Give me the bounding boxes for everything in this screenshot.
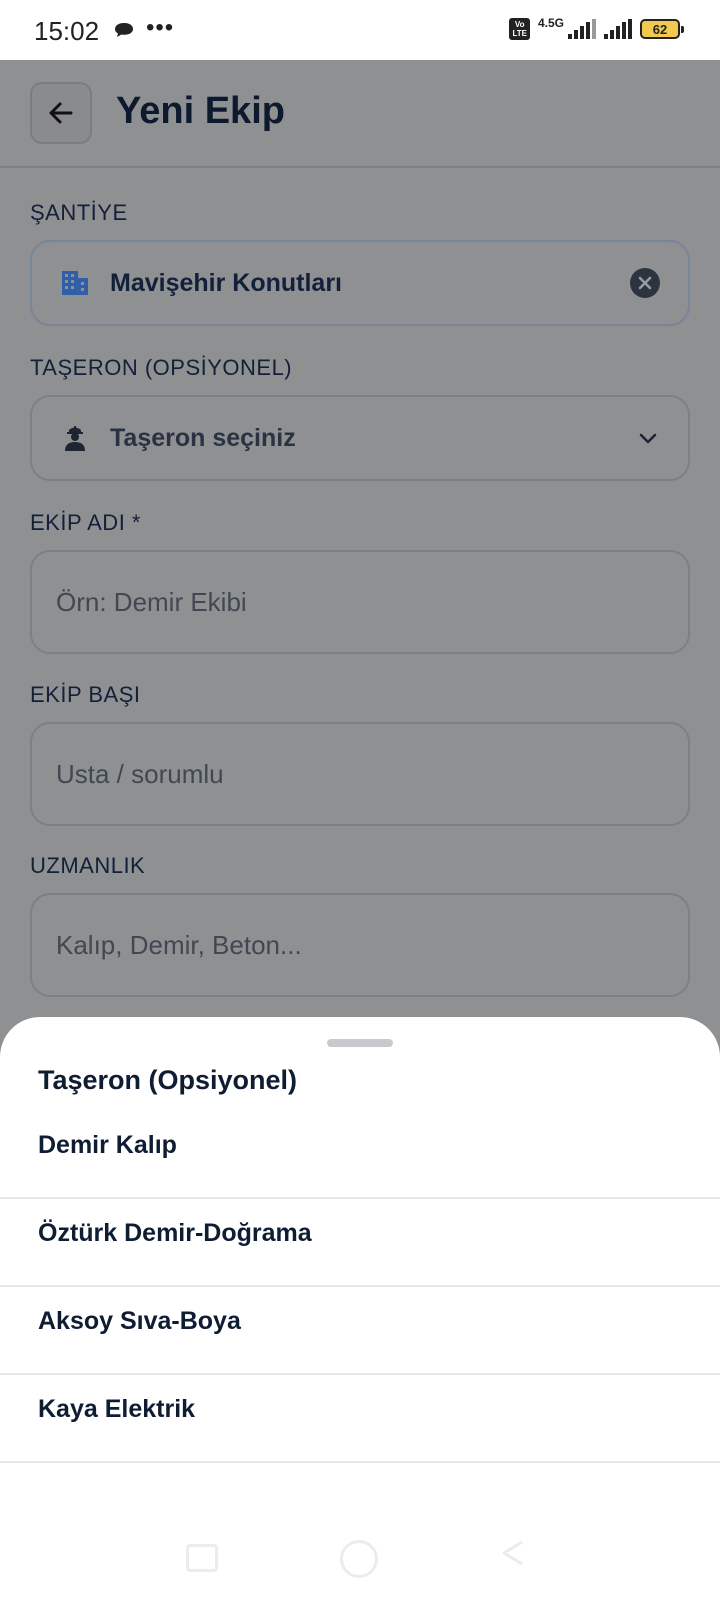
santiye-select[interactable]: Mavişehir Konutları [30, 240, 690, 326]
uzmanlik-label: UZMANLIK [30, 853, 146, 878]
sheet-option[interactable]: Demir Kalıp [0, 1111, 720, 1199]
battery-icon: 62 [640, 19, 684, 39]
battery-level: 62 [652, 21, 668, 37]
ekip-adi-placeholder: Örn: Demir Ekibi [56, 586, 247, 617]
santiye-value: Mavişehir Konutları [110, 268, 342, 297]
sheet-option[interactable]: Aksoy Sıva-Boya [0, 1287, 720, 1375]
sheet-option-label: Demir Kalıp [38, 1131, 177, 1159]
app-header: Yeni Ekip [0, 60, 720, 168]
sheet-option-label: Aksoy Sıva-Boya [38, 1307, 241, 1335]
sheet-option[interactable]: Öztürk Demir-Doğrama [0, 1199, 720, 1287]
sheet-option[interactable]: Kaya Elektrik [0, 1375, 720, 1463]
nav-recents-button[interactable] [186, 1544, 218, 1572]
sheet-option-label: Öztürk Demir-Doğrama [38, 1219, 312, 1247]
arrow-left-icon [49, 102, 73, 124]
taseron-bottom-sheet: Taşeron (Opsiyonel) Demir Kalıp Öztürk D… [0, 1017, 720, 1601]
back-button[interactable] [30, 82, 92, 144]
sheet-title: Taşeron (Opsiyonel) [38, 1065, 298, 1095]
chevron-down-icon [639, 433, 657, 444]
page-title: Yeni Ekip [116, 90, 285, 132]
ekip-adi-field[interactable]: Örn: Demir Ekibi [30, 550, 690, 654]
clear-circle-icon[interactable] [630, 268, 660, 298]
nav-back-button[interactable] [500, 1538, 526, 1568]
taseron-value: Taşeron seçiniz [110, 423, 296, 452]
ekip-basi-field[interactable]: Usta / sorumlu [30, 722, 690, 826]
building-icon [60, 268, 90, 298]
chat-icon [115, 23, 133, 37]
more-dots-icon: ••• [146, 14, 175, 41]
network-type: 4.5G [537, 16, 564, 30]
worker-icon [60, 423, 90, 453]
signal-icon [568, 19, 596, 39]
taseron-select[interactable]: Taşeron seçiniz [30, 395, 690, 481]
uzmanlik-placeholder: Kalıp, Demir, Beton... [56, 929, 302, 960]
status-time: 15:02 [34, 16, 100, 46]
status-icons: Vo LTE 4.5G 62 [509, 16, 684, 40]
uzmanlik-field[interactable]: Kalıp, Demir, Beton... [30, 893, 690, 997]
santiye-label: ŞANTİYE [30, 200, 128, 225]
nav-home-button[interactable] [340, 1540, 378, 1578]
signal-icon [604, 19, 632, 39]
sheet-drag-handle[interactable] [327, 1039, 393, 1047]
volte-icon: Vo LTE [509, 18, 530, 40]
status-bar: 15:02 ••• Vo LTE 4.5G 62 [0, 0, 720, 60]
taseron-label: TAŞERON (OPSİYONEL) [30, 355, 293, 380]
sheet-option-label: Kaya Elektrik [38, 1395, 196, 1423]
ekip-basi-placeholder: Usta / sorumlu [56, 758, 224, 789]
ekip-adi-label: EKİP ADI * [30, 510, 141, 535]
ekip-basi-label: EKİP BAŞI [30, 682, 141, 707]
